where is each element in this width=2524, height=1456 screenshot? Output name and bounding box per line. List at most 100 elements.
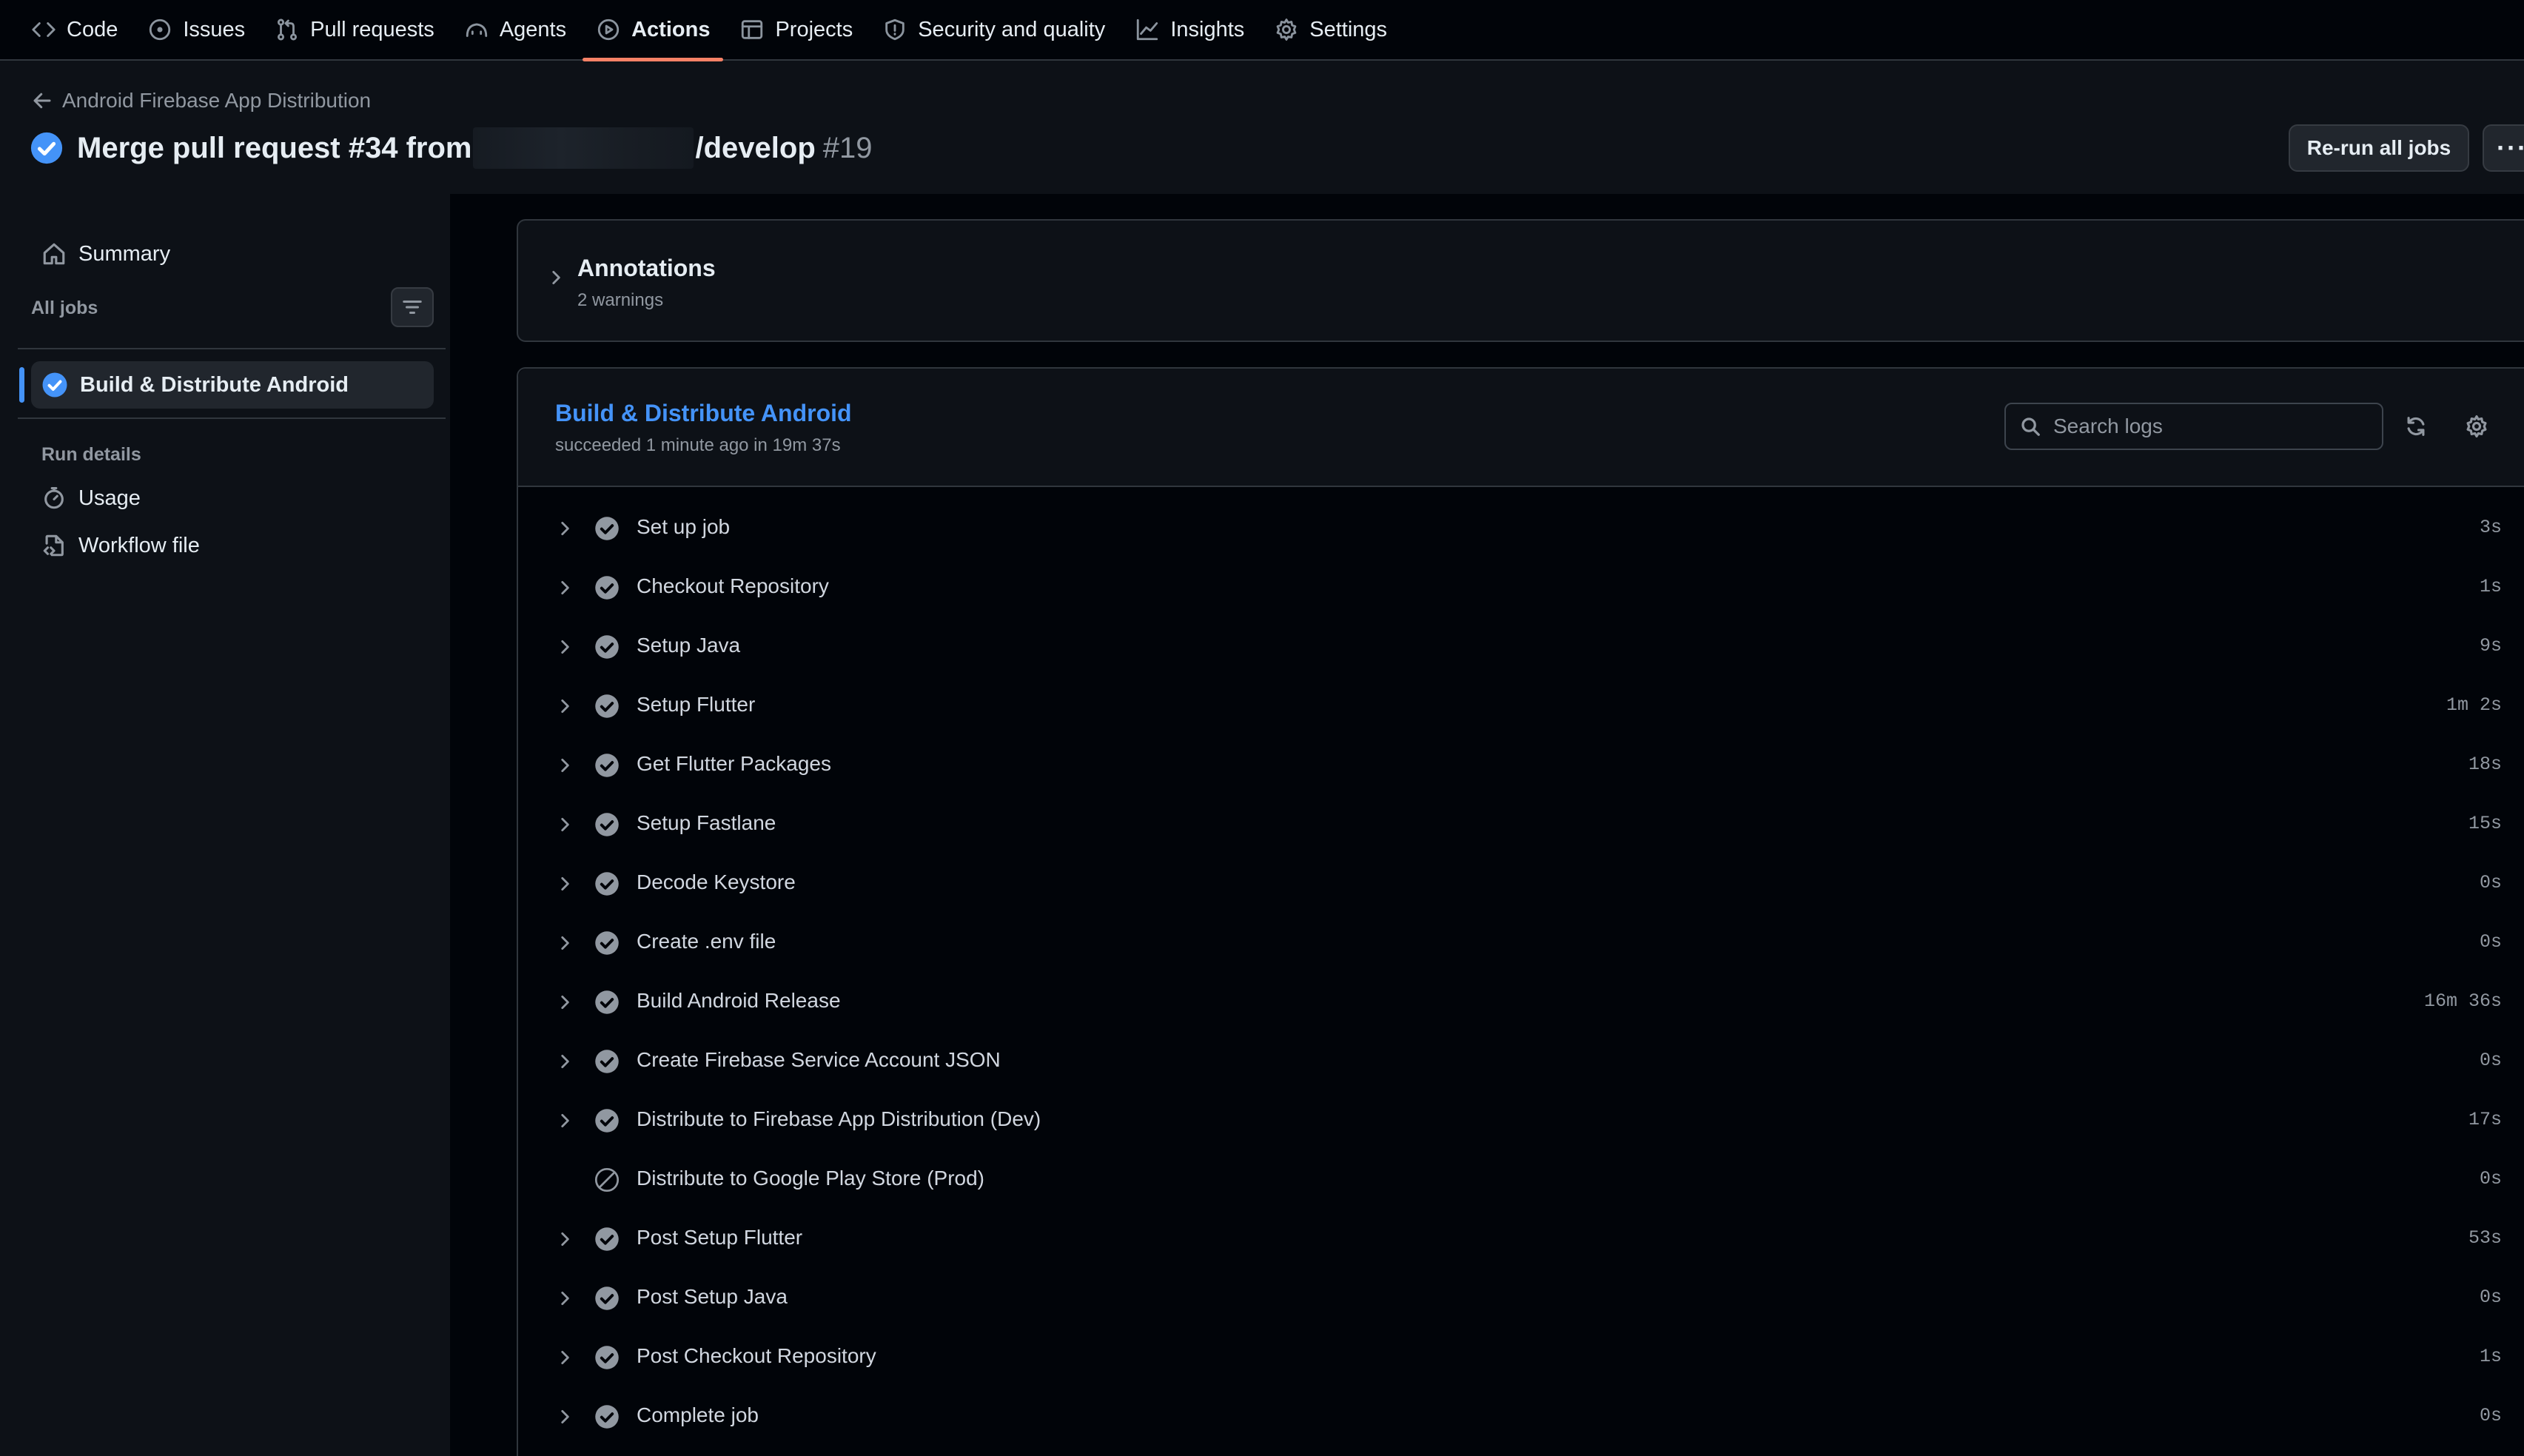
sidebar-item-workflow-file[interactable]: Workflow file: [41, 533, 200, 558]
check-circle-fill-icon: [30, 132, 63, 164]
step-duration: 18s: [2468, 754, 2502, 775]
chevron-right-icon[interactable]: [555, 1407, 574, 1426]
chevron-right-icon[interactable]: [555, 519, 574, 538]
chevron-right-icon[interactable]: [555, 697, 574, 716]
nav-tab-settings[interactable]: Settings: [1259, 0, 1402, 60]
refresh-button[interactable]: [2400, 410, 2432, 443]
check-circle-fill-icon: [595, 1050, 619, 1073]
search-logs-input[interactable]: [2053, 415, 2364, 438]
run-sidebar: Summary All jobs Build & Distribute Andr…: [0, 194, 450, 1456]
nav-tab-label: Agents: [499, 17, 567, 41]
nav-tab-insights[interactable]: Insights: [1120, 0, 1259, 60]
chevron-right-icon[interactable]: [555, 1111, 574, 1130]
nav-tab-actions[interactable]: Actions: [581, 0, 725, 61]
search-logs-box[interactable]: [2004, 403, 2383, 450]
check-circle-fill-icon: [595, 517, 619, 540]
nav-tab-label: Issues: [183, 17, 246, 41]
nav-tab-code[interactable]: Code: [16, 0, 132, 60]
job-step[interactable]: Post Setup Flutter 53s: [518, 1210, 2524, 1269]
chevron-right-icon[interactable]: [555, 637, 574, 657]
job-steps-list: Set up job 3s Checkout Repository 1s Setup J…: [518, 499, 2524, 1446]
job-step[interactable]: Get Flutter Packages 18s: [518, 736, 2524, 795]
chevron-right-icon[interactable]: [555, 1289, 574, 1308]
check-circle-fill-icon: [595, 990, 619, 1014]
job-step[interactable]: Decode Keystore 0s: [518, 854, 2524, 913]
job-title: Build & Distribute Android: [555, 400, 852, 426]
nav-tab-label: Code: [67, 17, 118, 41]
home-icon: [43, 243, 65, 265]
job-step: Distribute to Google Play Store (Prod) 0s: [518, 1150, 2524, 1210]
more-options-button[interactable]: ···: [2483, 124, 2524, 172]
step-name: Create .env file: [637, 930, 776, 953]
sidebar-item-summary[interactable]: Summary: [41, 241, 170, 266]
job-step[interactable]: Build Android Release 16m 36s: [518, 973, 2524, 1032]
rerun-all-jobs-button[interactable]: Re-run all jobs: [2289, 124, 2469, 172]
title-suffix: /develop: [695, 131, 816, 164]
nav-tab-issues[interactable]: Issues: [132, 0, 260, 60]
repo-nav: Code Issues Pull requests Agents Actions…: [0, 0, 2524, 61]
step-duration: 16m 36s: [2423, 990, 2502, 1012]
chevron-right-icon[interactable]: [555, 1348, 574, 1367]
file-code-icon: [43, 534, 64, 557]
job-step[interactable]: Post Setup Java 0s: [518, 1269, 2524, 1328]
step-duration: 15s: [2468, 813, 2502, 834]
nav-tab-projects[interactable]: Projects: [725, 0, 867, 60]
step-duration: 1m 2s: [2446, 694, 2502, 716]
step-name: Complete job: [637, 1403, 759, 1426]
job-step[interactable]: Post Checkout Repository 1s: [518, 1328, 2524, 1387]
sidebar-item-label: Workflow file: [78, 533, 200, 557]
job-step[interactable]: Setup Fastlane 15s: [518, 795, 2524, 854]
chevron-right-icon[interactable]: [555, 578, 574, 597]
log-settings-button[interactable]: [2460, 410, 2493, 443]
sidebar-item-label: Summary: [78, 241, 171, 266]
chevron-right-icon[interactable]: [555, 993, 574, 1012]
job-status-text: succeeded 1 minute ago in 19m 37s: [555, 435, 841, 455]
step-duration: 0s: [2479, 872, 2502, 893]
job-step[interactable]: Checkout Repository 1s: [518, 558, 2524, 617]
job-step[interactable]: Create Firebase Service Account JSON 0s: [518, 1032, 2524, 1091]
workflow-back-link[interactable]: Android Firebase App Distribution: [31, 89, 371, 113]
gear-icon: [1276, 19, 1297, 41]
job-step[interactable]: Create .env file 0s: [518, 913, 2524, 973]
chevron-right-icon[interactable]: [546, 268, 565, 287]
step-name: Setup Fastlane: [637, 811, 776, 834]
check-circle-fill-icon: [595, 813, 619, 836]
job-step[interactable]: Setup Flutter 1m 2s: [518, 677, 2524, 736]
step-name: Get Flutter Packages: [637, 752, 832, 775]
sync-icon: [2407, 417, 2425, 436]
nav-tab-agents[interactable]: Agents: [449, 0, 581, 60]
sidebar-item-usage[interactable]: Usage: [41, 486, 141, 511]
step-name: Setup Flutter: [637, 693, 756, 716]
search-icon: [2021, 417, 2040, 436]
annotations-panel[interactable]: Annotations 2 warnings: [517, 219, 2524, 342]
step-duration: 53s: [2468, 1227, 2502, 1249]
filter-jobs-button[interactable]: [391, 287, 434, 327]
job-step[interactable]: Set up job 3s: [518, 499, 2524, 558]
nav-tab-security[interactable]: Security and quality: [867, 0, 1120, 60]
job-log-panel: Build & Distribute Android succeeded 1 m…: [517, 367, 2524, 1456]
chevron-right-icon[interactable]: [555, 933, 574, 953]
chevron-right-icon[interactable]: [555, 874, 574, 893]
nav-tab-pull-requests[interactable]: Pull requests: [260, 0, 449, 60]
check-circle-fill-icon: [595, 694, 619, 718]
nav-tab-label: Pull requests: [310, 17, 434, 41]
chevron-right-icon[interactable]: [555, 756, 574, 775]
chevron-right-icon[interactable]: [555, 815, 574, 834]
job-step[interactable]: Setup Java 9s: [518, 617, 2524, 677]
job-step[interactable]: Complete job 0s: [518, 1387, 2524, 1446]
pull-request-icon: [278, 19, 298, 41]
step-name: Checkout Repository: [637, 574, 829, 597]
chevron-right-icon[interactable]: [555, 1229, 574, 1249]
gear-icon: [2466, 415, 2487, 438]
run-details-heading: Run details: [41, 444, 141, 465]
chevron-right-icon[interactable]: [555, 1052, 574, 1071]
check-circle-fill-icon: [595, 576, 619, 600]
run-number: #19: [822, 131, 873, 164]
sidebar-job-build-distribute-android[interactable]: Build & Distribute Android: [31, 361, 434, 409]
step-duration: 17s: [2468, 1109, 2502, 1130]
skip-icon: [594, 1167, 620, 1192]
nav-tab-label: Settings: [1309, 17, 1388, 41]
job-step[interactable]: Distribute to Firebase App Distribution …: [518, 1091, 2524, 1150]
table-icon: [742, 20, 763, 39]
check-circle-fill-icon: [595, 1346, 619, 1369]
